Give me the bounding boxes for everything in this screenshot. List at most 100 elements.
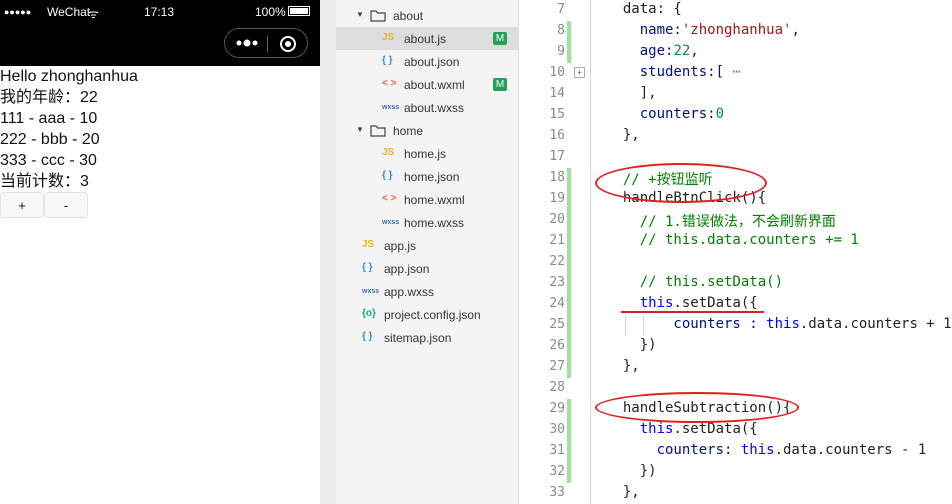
- signal-icon: ●●●●●: [4, 7, 32, 17]
- code-line[interactable]: },: [606, 358, 640, 374]
- folder-icon: [370, 10, 386, 22]
- file-item[interactable]: JS about.js M: [336, 27, 518, 50]
- code-editor[interactable]: + 7 data: {8 name:'zhonghanhua', 9 age:22…: [519, 0, 952, 504]
- clock: 17:13: [144, 5, 175, 19]
- chevron-down-icon[interactable]: ▼: [356, 125, 364, 134]
- increment-button[interactable]: +: [0, 192, 44, 218]
- line-number: 30: [549, 422, 565, 437]
- status-bar: ●●●●● WeChat ᯤ 17:13 100%: [0, 0, 320, 24]
- file-name: app.js: [384, 239, 417, 253]
- line-number: 8: [557, 23, 565, 38]
- page-content: Hello zhonghanhua 我的年龄：22 111 - aaa - 10 22…: [0, 66, 320, 218]
- file-explorer: ▼ about JS about.js M { } about.json < > about.w…: [336, 0, 518, 504]
- wxml-file-icon: < >: [382, 193, 397, 204]
- wxml-file-icon: < >: [382, 78, 397, 89]
- wxss-file-icon: wxss: [382, 219, 400, 226]
- line-number: 16: [549, 128, 565, 143]
- line-number: 14: [549, 86, 565, 101]
- file-item[interactable]: { } sitemap.json: [336, 326, 518, 349]
- page-text-line: 当前计数：3: [0, 173, 89, 190]
- file-name: project.config.json: [384, 308, 481, 322]
- code-line[interactable]: this.setData({: [606, 421, 758, 437]
- file-item[interactable]: { } home.json: [336, 165, 518, 188]
- wxss-file-icon: wxss: [362, 288, 380, 295]
- modified-badge: M: [493, 78, 507, 91]
- decrement-button[interactable]: -: [44, 192, 88, 218]
- file-item[interactable]: wxss about.wxss: [336, 96, 518, 119]
- code-token: },: [606, 484, 640, 500]
- code-line[interactable]: name:'zhonghanhua',: [606, 22, 800, 38]
- chevron-down-icon[interactable]: ▼: [356, 10, 364, 19]
- code-token: counters :: [606, 316, 767, 332]
- folder-item[interactable]: ▼ about: [336, 4, 518, 27]
- file-item[interactable]: JS home.js: [336, 142, 518, 165]
- file-item[interactable]: { } app.json: [336, 257, 518, 280]
- code-line[interactable]: counters : this.data.counters + 1: [606, 316, 951, 332]
- page-text-line: 我的年龄：22: [0, 89, 98, 106]
- code-token: 22: [673, 43, 691, 59]
- file-name: home.js: [404, 147, 447, 161]
- code-token: ⋯: [724, 64, 741, 80]
- line-number: 15: [549, 107, 565, 122]
- code-line[interactable]: // 1.错误做法，不会刷新界面: [606, 211, 836, 231]
- code-line[interactable]: data: {: [606, 1, 682, 17]
- file-item[interactable]: {o} project.config.json: [336, 303, 518, 326]
- code-token: counters:: [606, 106, 716, 122]
- file-name: home.wxml: [404, 193, 465, 207]
- code-line[interactable]: // this.setData(): [606, 274, 783, 290]
- line-number: 26: [549, 338, 565, 353]
- folder-item[interactable]: ▼ home: [336, 119, 518, 142]
- file-name: about: [393, 9, 424, 23]
- folder-icon: [370, 125, 386, 137]
- code-line[interactable]: }): [606, 337, 657, 353]
- code-line[interactable]: ],: [606, 85, 657, 101]
- file-item[interactable]: JS app.js: [336, 234, 518, 257]
- code-token: }): [606, 337, 657, 353]
- line-number: 23: [549, 275, 565, 290]
- code-line[interactable]: }): [606, 463, 657, 479]
- code-line[interactable]: age:22,: [606, 43, 699, 59]
- line-number: 22: [549, 254, 565, 269]
- line-number: 28: [549, 380, 565, 395]
- close-circle-icon[interactable]: [279, 35, 297, 53]
- file-item[interactable]: < > home.wxml: [336, 188, 518, 211]
- code-token: 0: [715, 106, 725, 122]
- json-file-icon: { }: [382, 55, 393, 66]
- fold-expand-icon[interactable]: +: [574, 67, 585, 78]
- more-dots-icon[interactable]: [235, 38, 259, 48]
- js-file-icon: JS: [362, 239, 375, 250]
- highlight-underline: [621, 311, 764, 313]
- code-line[interactable]: counters: this.data.counters - 1: [606, 442, 927, 458]
- line-number: 31: [549, 443, 565, 458]
- indent-guide: [590, 0, 591, 504]
- menu-capsule: [224, 28, 308, 58]
- code-token: this: [740, 442, 775, 458]
- wifi-icon: ᯤ: [88, 7, 99, 21]
- js-file-icon: JS: [382, 147, 395, 158]
- code-token: ],: [606, 85, 657, 101]
- phone-simulator: ●●●●● WeChat ᯤ 17:13 100% Hello zhonghan…: [0, 0, 320, 504]
- code-line[interactable]: students:[ ⋯: [606, 64, 741, 80]
- file-item[interactable]: wxss app.wxss: [336, 280, 518, 303]
- git-change-marker: [567, 399, 571, 483]
- json-file-icon: { }: [362, 331, 373, 342]
- code-token: // this.setData(): [606, 274, 784, 290]
- file-item[interactable]: { } about.json: [336, 50, 518, 73]
- line-number: 29: [549, 401, 565, 416]
- wxss-file-icon: wxss: [382, 104, 400, 111]
- file-item[interactable]: wxss home.wxss: [336, 211, 518, 234]
- code-line[interactable]: },: [606, 127, 640, 143]
- code-line[interactable]: counters:0: [606, 106, 724, 122]
- file-name: app.wxss: [384, 285, 435, 299]
- capsule-divider: [267, 36, 268, 52]
- code-line[interactable]: },: [606, 484, 640, 500]
- json-file-icon: { }: [382, 170, 393, 181]
- code-line[interactable]: // this.data.counters += 1: [606, 232, 859, 248]
- panel-splitter[interactable]: [320, 0, 336, 504]
- code-token: },: [606, 127, 640, 143]
- code-line[interactable]: this.setData({: [606, 295, 758, 311]
- code-token: data: {: [606, 1, 682, 17]
- file-item[interactable]: < > about.wxml M: [336, 73, 518, 96]
- file-name: home.wxss: [404, 216, 465, 230]
- code-token: // this.data.counters += 1: [606, 232, 859, 248]
